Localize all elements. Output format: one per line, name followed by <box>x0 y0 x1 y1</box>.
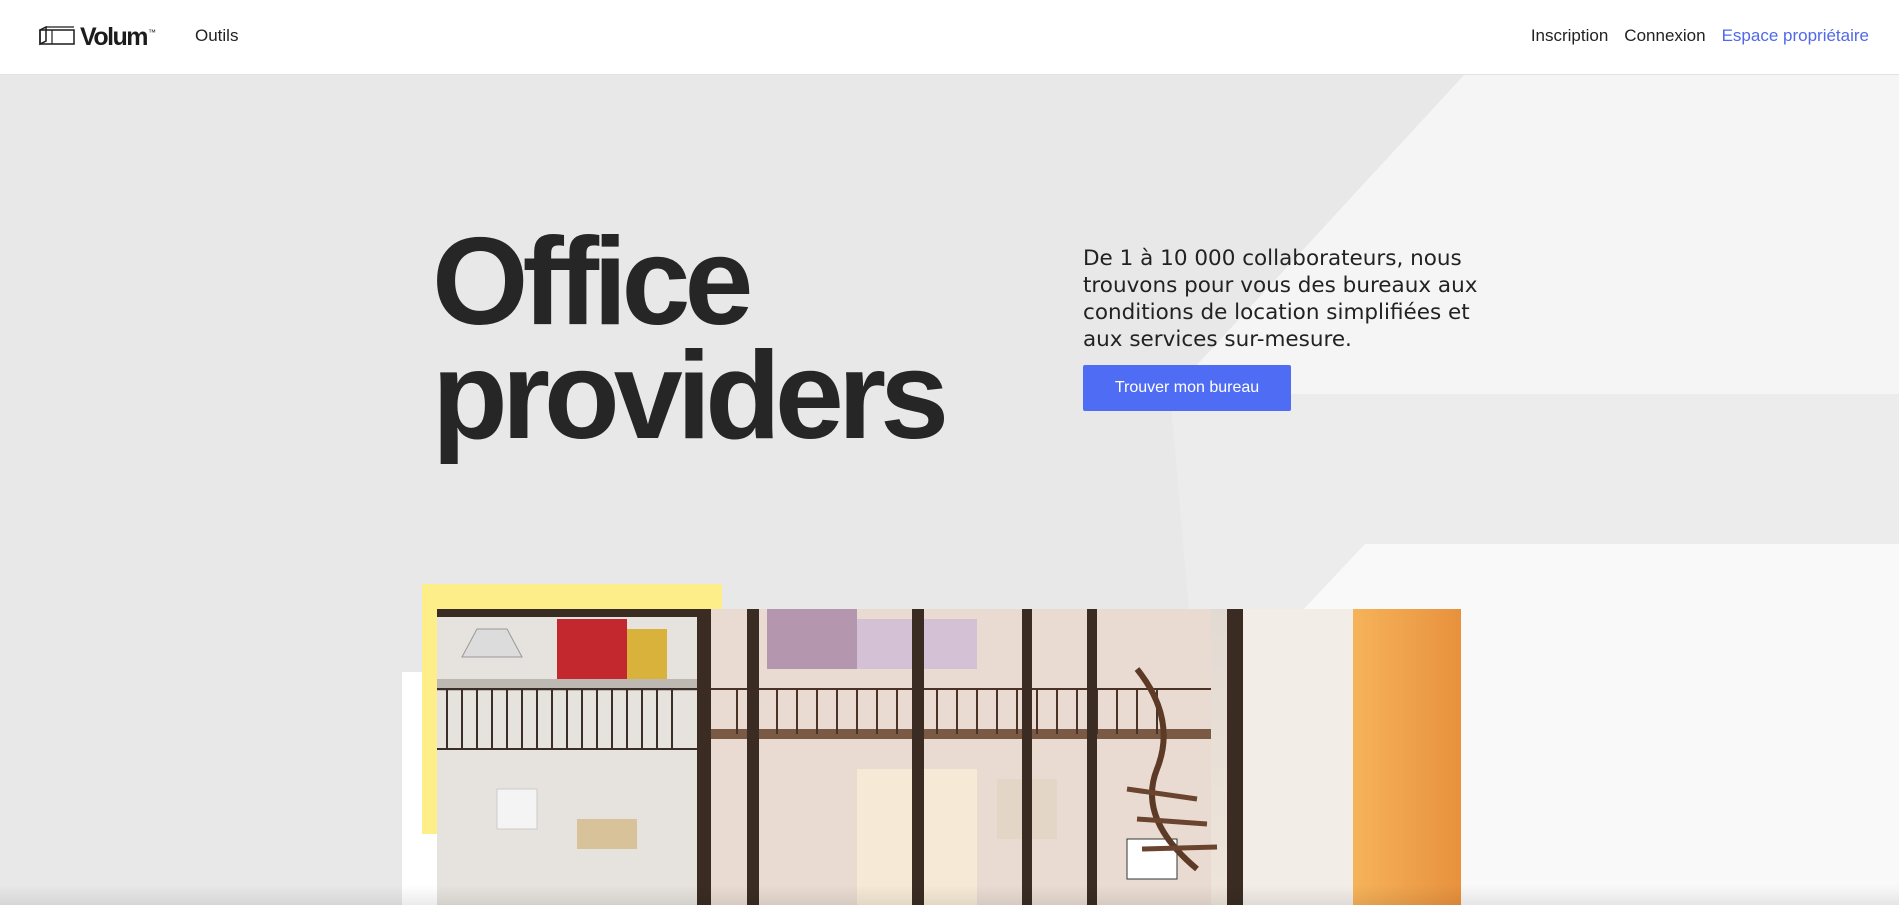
volum-logo[interactable]: Volum ™ <box>38 22 156 52</box>
volum-cube-logo-icon <box>39 26 75 46</box>
find-office-button[interactable]: Trouver mon bureau <box>1083 365 1291 411</box>
hero-title: Office providers <box>432 213 949 465</box>
top-navigation-bar: Volum ™ Outils Inscription Connexion Esp… <box>0 0 1899 75</box>
logo-wordmark: Volum <box>80 22 149 51</box>
hero-title-line-1: Office <box>432 213 753 351</box>
logo-trademark: ™ <box>148 28 157 37</box>
nav-item-login[interactable]: Connexion <box>1624 26 1705 46</box>
nav-right-group: Inscription Connexion Espace propriétair… <box>1531 26 1869 46</box>
hero-title-line-2: providers <box>432 327 949 465</box>
office-interior-photo <box>437 609 1461 905</box>
nav-item-owner-space[interactable]: Espace propriétaire <box>1722 26 1869 46</box>
hero-description: De 1 à 10 000 collaborateurs, nous trouv… <box>1083 246 1478 352</box>
nav-item-signup[interactable]: Inscription <box>1531 26 1608 46</box>
nav-item-tools[interactable]: Outils <box>195 26 238 46</box>
office-photo-illustration <box>437 609 1461 905</box>
